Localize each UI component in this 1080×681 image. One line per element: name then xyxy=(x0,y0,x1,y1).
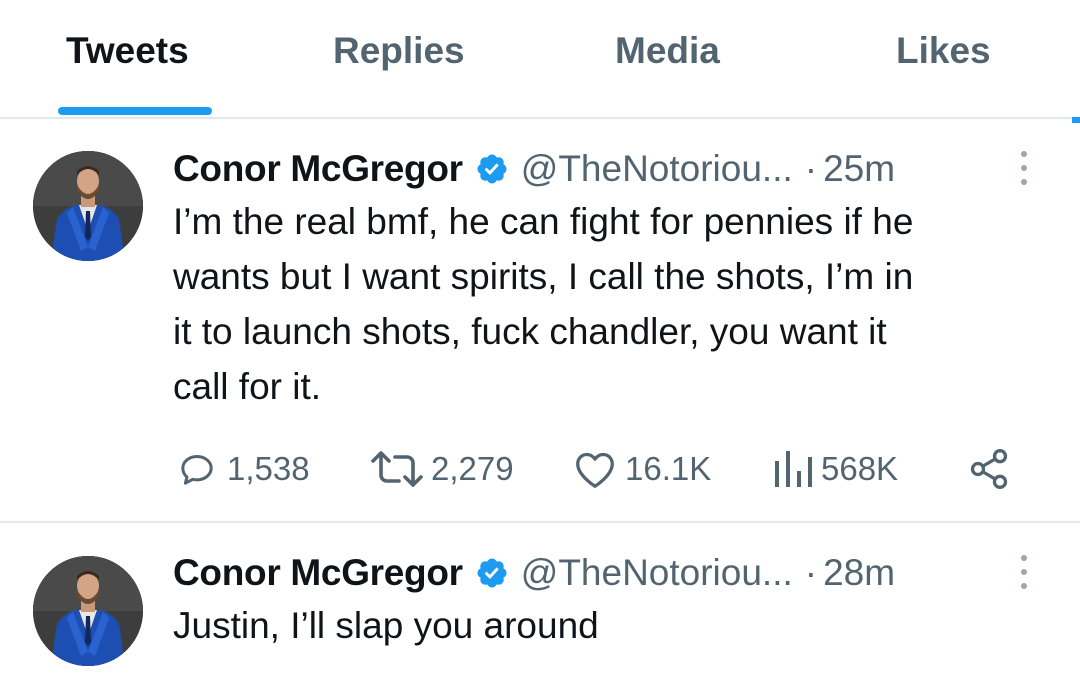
tweet-actions: 1,538 2,279 16.1K 568K xyxy=(173,444,1033,494)
scroll-indicator xyxy=(1072,117,1080,123)
tweet-header: Conor McGregor @TheNotoriou... · 25m xyxy=(173,146,895,192)
author-name[interactable]: Conor McGregor xyxy=(173,148,463,190)
share-icon xyxy=(970,449,1008,489)
separator-dot: · xyxy=(804,148,818,189)
tweet-text-line: wants but I want spirits, I call the sho… xyxy=(173,256,914,297)
tweet-text-line: Justin, I’ll slap you around xyxy=(173,605,599,646)
share-button[interactable] xyxy=(965,444,1013,494)
avatar[interactable] xyxy=(33,556,143,666)
tab-media[interactable]: Media xyxy=(615,30,720,72)
reply-button[interactable]: 1,538 xyxy=(173,444,310,494)
timestamp[interactable]: 28m xyxy=(823,552,895,594)
views-button[interactable]: 568K xyxy=(771,444,898,494)
author-name[interactable]: Conor McGregor xyxy=(173,552,463,594)
avatar-image xyxy=(33,556,143,666)
reply-icon xyxy=(181,455,213,485)
like-button[interactable]: 16.1K xyxy=(571,444,711,494)
views-icon xyxy=(775,451,812,487)
verified-badge-icon xyxy=(477,154,507,184)
tweet-text: I’m the real bmf, he can fight for penni… xyxy=(173,194,1043,414)
more-options-icon[interactable] xyxy=(1012,148,1036,188)
tweet-text-line: call for it. xyxy=(173,366,322,407)
avatar-image xyxy=(33,151,143,261)
active-tab-indicator xyxy=(58,107,212,115)
like-count: 16.1K xyxy=(625,450,712,487)
tweet-text: Justin, I’ll slap you around xyxy=(173,598,1043,653)
timestamp[interactable]: 25m xyxy=(823,148,895,190)
author-handle[interactable]: @TheNotoriou... xyxy=(521,148,793,190)
reply-count: 1,538 xyxy=(227,450,310,487)
avatar[interactable] xyxy=(33,151,143,261)
tab-tweets[interactable]: Tweets xyxy=(66,30,189,72)
author-handle[interactable]: @TheNotoriou... xyxy=(521,552,793,594)
tweet-divider xyxy=(0,521,1080,523)
views-count: 568K xyxy=(821,450,899,487)
retweet-icon xyxy=(371,451,423,487)
tweet-header: Conor McGregor @TheNotoriou... · 28m xyxy=(173,550,895,596)
more-options-icon[interactable] xyxy=(1012,552,1036,592)
tab-likes[interactable]: Likes xyxy=(896,30,991,72)
retweet-count: 2,279 xyxy=(431,450,514,487)
tab-replies[interactable]: Replies xyxy=(333,30,465,72)
retweet-button[interactable]: 2,279 xyxy=(369,444,514,494)
separator-dot: · xyxy=(804,552,818,593)
verified-badge-icon xyxy=(477,558,507,588)
profile-tabs: Tweets Replies Media Likes xyxy=(0,0,1080,123)
tweet-text-line: it to launch shots, fuck chandler, you w… xyxy=(173,311,887,352)
like-icon xyxy=(576,452,614,488)
tabs-divider xyxy=(0,117,1080,119)
tweet-text-line: I’m the real bmf, he can fight for penni… xyxy=(173,201,914,242)
